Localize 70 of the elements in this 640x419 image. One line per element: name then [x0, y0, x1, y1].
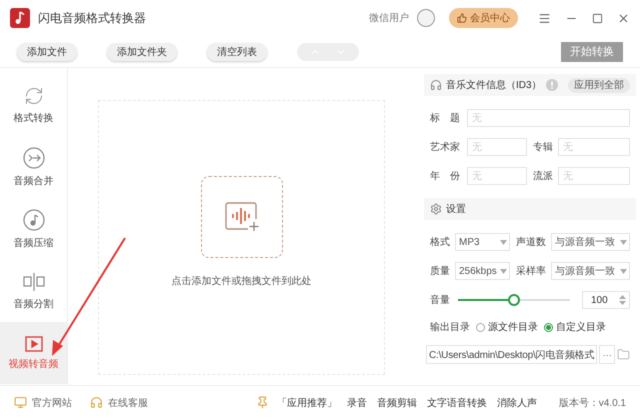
- spin-arrows-icon: [619, 295, 626, 305]
- caret-icon: [620, 268, 627, 274]
- slider-thumb[interactable]: [508, 294, 520, 306]
- dropdown[interactable]: MP3: [455, 233, 510, 251]
- footer-link[interactable]: 官方网站: [14, 396, 72, 410]
- drop-zone[interactable]: 点击添加文件或拖拽文件到此处: [98, 100, 385, 375]
- settings-icon: [430, 203, 442, 215]
- footer-link[interactable]: 在线客服: [90, 396, 148, 410]
- window-title: 闪电音频格式转换器: [38, 10, 147, 26]
- caret-icon: [500, 268, 507, 274]
- app-logo: [10, 8, 30, 28]
- audio-add-icon: [224, 201, 260, 233]
- avatar-icon[interactable]: [417, 9, 435, 27]
- play-icon: [24, 336, 42, 352]
- path-field[interactable]: C:\Users\admin\Desktop\闪电音频格式: [426, 345, 598, 364]
- field-label: 声道数: [516, 236, 546, 249]
- dropdown[interactable]: 256kbps: [455, 262, 510, 280]
- toolbar-button[interactable]: 添加文件夹: [107, 42, 177, 60]
- headset-icon: [90, 396, 103, 409]
- browse-button[interactable]: ···: [599, 345, 616, 364]
- radio-option[interactable]: 自定义目录: [544, 320, 606, 334]
- sidebar-item[interactable]: 视频转音频: [0, 322, 67, 384]
- refresh-icon: [24, 86, 44, 106]
- user-name: 微信用户: [369, 12, 409, 25]
- menu-icon[interactable]: [538, 12, 551, 24]
- field-label: 标 题: [430, 112, 461, 125]
- sidebar-item[interactable]: 音频分割: [0, 260, 67, 322]
- apply-all-button[interactable]: 应用到全部: [568, 78, 630, 92]
- app-link[interactable]: 文字语音转换: [427, 396, 487, 410]
- field-label: 流派: [533, 170, 553, 183]
- volume-spinbox[interactable]: 100: [582, 291, 630, 309]
- field-label: 年 份: [430, 170, 461, 183]
- split-icon: [22, 272, 44, 292]
- maximize-icon[interactable]: [592, 12, 603, 24]
- radio-option[interactable]: 源文件目录: [476, 320, 538, 334]
- toolbar-button[interactable]: 清空列表: [207, 42, 267, 60]
- recommend-link[interactable]: 「应用推荐」: [277, 396, 337, 410]
- app-link[interactable]: 消除人声: [497, 396, 537, 410]
- sidebar-item[interactable]: 音频压缩: [0, 198, 67, 260]
- field-label: 质量: [430, 264, 450, 278]
- caret-icon: [620, 240, 627, 244]
- info-icon: [546, 79, 558, 91]
- vip-button[interactable]: 会员中心: [449, 8, 518, 28]
- field-label: 音量: [430, 294, 450, 307]
- section-title: 音乐文件信息（ID3）: [446, 78, 542, 92]
- dropdown[interactable]: 与源音频一致: [550, 262, 630, 280]
- sidebar-item[interactable]: 音频合并: [0, 136, 67, 198]
- dropdown[interactable]: 与源音频一致: [550, 233, 630, 251]
- headphones-icon: [430, 79, 442, 91]
- toolbar-button[interactable]: 添加文件: [17, 42, 77, 60]
- field-label: 专辑: [533, 140, 553, 154]
- field-label: 格式: [430, 236, 450, 249]
- close-icon[interactable]: [617, 12, 630, 24]
- caret-icon: [500, 240, 507, 244]
- merge-icon: [22, 146, 44, 168]
- thumbs-up-icon: [457, 13, 467, 23]
- version-text: 版本号：v4.0.1: [558, 396, 626, 410]
- monitor-icon: [14, 396, 27, 409]
- add-file-button[interactable]: [200, 176, 282, 258]
- app-link[interactable]: 音频剪辑: [377, 396, 417, 410]
- field-label: 艺术家: [430, 140, 461, 154]
- app-link[interactable]: 录音: [347, 396, 367, 410]
- section-title: 设置: [446, 202, 466, 216]
- folder-icon[interactable]: [617, 347, 630, 362]
- drop-hint: 点击添加文件或拖拽文件到此处: [172, 274, 312, 288]
- field-label: 采样率: [516, 264, 546, 278]
- field-label: 输出目录: [430, 320, 470, 334]
- pin-icon: [256, 396, 269, 409]
- music-note-icon: [22, 208, 44, 230]
- sidebar-item[interactable]: 格式转换: [0, 74, 67, 136]
